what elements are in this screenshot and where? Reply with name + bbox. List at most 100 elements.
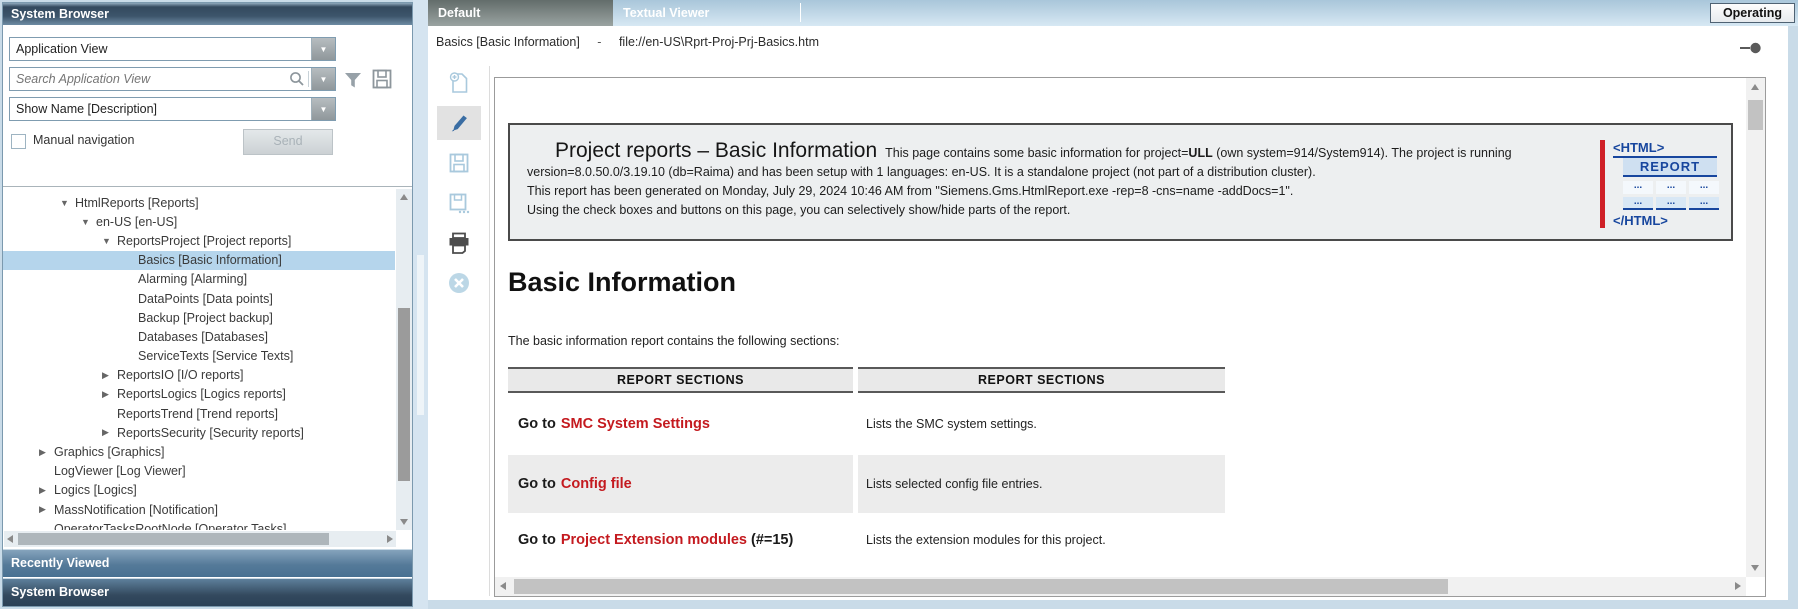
section-title: Basic Information — [508, 267, 1746, 298]
tree-item[interactable]: ▼HtmlReports [Reports] — [3, 193, 395, 212]
tree-item[interactable]: ▶ReportsSecurity [Security reports] — [3, 423, 395, 442]
scroll-right-icon[interactable] — [387, 535, 393, 543]
chevron-right-icon[interactable]: ▶ — [39, 504, 54, 515]
report-header-title: Project reports – Basic Information — [555, 139, 877, 162]
save-button[interactable] — [437, 146, 481, 180]
save-as-button[interactable] — [437, 186, 481, 220]
tree-item[interactable]: OperatorTasksRootNode [Operator Tasks] — [3, 519, 395, 530]
chevron-right-icon[interactable]: ▶ — [102, 389, 117, 400]
operating-mode-button[interactable]: Operating — [1710, 3, 1795, 23]
chevron-down-icon[interactable]: ▼ — [311, 68, 335, 90]
tree-item[interactable]: ▼en-US [en-US] — [3, 212, 395, 231]
view-selector-value: Application View — [10, 38, 311, 60]
section-description: Lists the extension modules for this pro… — [858, 513, 1225, 567]
scrollbar-thumb[interactable] — [18, 533, 329, 545]
search-icon[interactable] — [288, 68, 306, 90]
report-pane: Default Textual Viewer Operating Basics … — [428, 0, 1798, 609]
section-row-title: Go to Config file — [508, 455, 853, 513]
chevron-down-icon[interactable]: ▼ — [311, 98, 335, 120]
project-name: ULL — [1188, 146, 1212, 160]
print-button[interactable] — [437, 226, 481, 260]
report-horizontal-scrollbar[interactable] — [495, 577, 1746, 596]
tree-item[interactable]: DataPoints [Data points] — [3, 289, 395, 308]
tree-item[interactable]: ▶ReportsLogics [Logics reports] — [3, 385, 395, 404]
breadcrumb-separator: - — [597, 35, 601, 49]
search-input[interactable] — [10, 68, 288, 90]
tree-vertical-scrollbar[interactable] — [396, 189, 412, 530]
filter-icon[interactable] — [341, 69, 365, 91]
splitter-grip[interactable] — [417, 255, 424, 415]
breadcrumb: Basics [Basic Information] - file://en-U… — [436, 35, 819, 49]
tree-item[interactable]: ▼ReportsProject [Project reports] — [3, 231, 395, 250]
recently-viewed-bar[interactable]: Recently Viewed — [3, 549, 412, 577]
tree-item[interactable]: ServiceTexts [Service Texts] — [3, 347, 395, 366]
close-report-button[interactable] — [437, 266, 481, 300]
scroll-left-icon[interactable] — [500, 582, 506, 590]
tree-item[interactable]: LogViewer [Log Viewer] — [3, 462, 395, 481]
logo-close-tag: </HTML> — [1613, 213, 1717, 228]
tree-item[interactable]: Alarming [Alarming] — [3, 270, 395, 289]
tree-item[interactable]: ▶Graphics [Graphics] — [3, 442, 395, 461]
divider — [800, 3, 801, 22]
chevron-right-icon[interactable]: ▶ — [39, 485, 54, 496]
chevron-right-icon[interactable]: ▶ — [39, 447, 54, 458]
view-selector-dropdown[interactable]: Application View ▼ — [9, 37, 336, 61]
tree-item-label: en-US [en-US] — [96, 215, 177, 229]
edit-pen-button[interactable] — [437, 106, 481, 140]
scroll-up-icon[interactable] — [1751, 84, 1759, 90]
html-report-logo: <HTML> REPORT .................. </HTML> — [1600, 140, 1717, 228]
tree-item[interactable]: ▶MassNotification [Notification] — [3, 500, 395, 519]
section-link[interactable]: Project Extension modules — [561, 532, 747, 548]
panel-splitter[interactable] — [413, 0, 428, 609]
breadcrumb-object[interactable]: Basics [Basic Information] — [436, 35, 580, 49]
tab-default[interactable]: Default — [428, 0, 613, 26]
scrollbar-thumb[interactable] — [514, 579, 1448, 594]
tree-horizontal-scrollbar[interactable] — [4, 531, 396, 547]
system-browser-bottom-bar[interactable]: System Browser — [3, 578, 412, 606]
tree-item[interactable]: ▶ReportsIO [I/O reports] — [3, 366, 395, 385]
tree-item[interactable]: ReportsTrend [Trend reports] — [3, 404, 395, 423]
logo-grid-cell: ... — [1623, 197, 1653, 210]
scrollbar-thumb[interactable] — [398, 308, 410, 481]
tree-item[interactable]: Backup [Project backup] — [3, 308, 395, 327]
go-to-label: Go to — [518, 476, 556, 492]
chevron-right-icon[interactable]: ▶ — [102, 427, 117, 438]
new-document-button[interactable] — [437, 66, 481, 100]
header-generated-line: This report has been generated on Monday… — [527, 184, 1293, 198]
chevron-down-icon[interactable]: ▼ — [60, 198, 75, 208]
tab-textual-viewer[interactable]: Textual Viewer — [613, 0, 800, 26]
tree-item-label: ReportsSecurity [Security reports] — [117, 426, 304, 440]
tree-item[interactable]: Basics [Basic Information] — [3, 251, 395, 270]
tree-item-label: HtmlReports [Reports] — [75, 196, 199, 210]
save-search-icon[interactable] — [369, 66, 395, 92]
scroll-right-icon[interactable] — [1735, 582, 1741, 590]
manual-navigation-label: Manual navigation — [33, 133, 134, 147]
scrollbar-thumb[interactable] — [1748, 100, 1763, 130]
section-link[interactable]: SMC System Settings — [561, 416, 710, 432]
tree-item-label: Databases [Databases] — [138, 330, 268, 344]
scroll-up-icon[interactable] — [400, 194, 408, 200]
chevron-down-icon[interactable]: ▼ — [81, 217, 96, 227]
scroll-down-icon[interactable] — [400, 519, 408, 525]
report-vertical-scrollbar[interactable] — [1746, 78, 1765, 577]
chevron-right-icon[interactable]: ▶ — [102, 370, 117, 381]
manual-navigation-checkbox[interactable] — [11, 134, 26, 149]
chevron-down-icon[interactable]: ▼ — [311, 38, 335, 60]
tree-item-label: Logics [Logics] — [54, 483, 137, 497]
breadcrumb-file-path: file://en-US\Rprt-Proj-Prj-Basics.htm — [619, 35, 819, 49]
scroll-down-icon[interactable] — [1751, 565, 1759, 571]
logo-open-tag: <HTML> — [1613, 140, 1717, 158]
chevron-down-icon[interactable]: ▼ — [102, 236, 117, 246]
section-link[interactable]: Config file — [561, 476, 632, 492]
send-button[interactable]: Send — [243, 129, 333, 155]
scroll-left-icon[interactable] — [7, 535, 13, 543]
section-row-title: Go toProject Extension modules(#=15) — [508, 513, 853, 567]
section-description: Lists the SMC system settings. — [858, 393, 1225, 455]
pin-icon[interactable] — [1740, 42, 1762, 54]
section-row-title: Go toSMC System Settings — [508, 393, 853, 455]
tree-item[interactable]: ▶Logics [Logics] — [3, 481, 395, 500]
tree-item[interactable]: Databases [Databases] — [3, 327, 395, 346]
display-mode-value: Show Name [Description] — [10, 98, 311, 120]
report-document: <HTML> REPORT .................. </HTML>… — [495, 78, 1746, 577]
display-mode-dropdown[interactable]: Show Name [Description] ▼ — [9, 97, 336, 121]
